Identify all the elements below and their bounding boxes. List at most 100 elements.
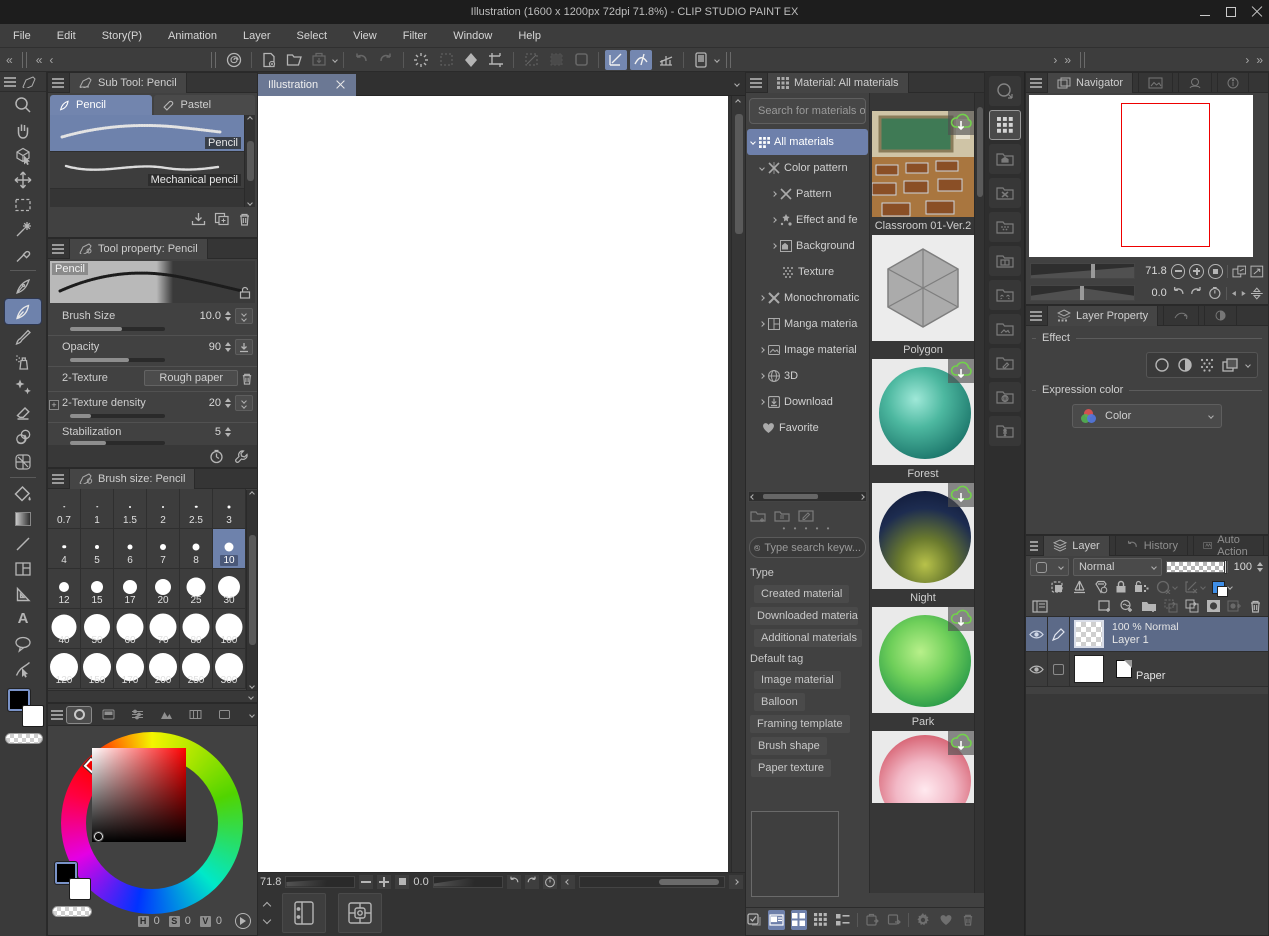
selection-tool-1[interactable]: [520, 50, 542, 70]
texture-density-slider[interactable]: [70, 414, 165, 418]
tool-decoration[interactable]: [5, 374, 41, 399]
layer-opacity-slider[interactable]: [1166, 561, 1228, 573]
edit-folder-icon[interactable]: [798, 509, 814, 523]
subtool-scrollbar[interactable]: [244, 115, 255, 207]
brush-size-option[interactable]: 30: [213, 569, 246, 609]
brush-size-option[interactable]: 25: [180, 569, 213, 609]
nav-flip-horizontal-icon[interactable]: [1231, 287, 1247, 300]
material-nav-edit[interactable]: [989, 348, 1021, 378]
reset-view-button[interactable]: [543, 875, 557, 889]
brush-size-dynamics-button[interactable]: [235, 308, 253, 324]
tree-item-image-material[interactable]: Image material: [746, 337, 869, 363]
tone-tab[interactable]: [1204, 306, 1237, 326]
collapse-left-icon[interactable]: «: [4, 53, 15, 67]
brush-size-option[interactable]: 7: [147, 529, 180, 569]
material-nav-effect[interactable]: [989, 280, 1021, 310]
tool-airbrush[interactable]: [5, 349, 41, 374]
enable-mask-icon[interactable]: [1156, 580, 1177, 594]
snap-to-grid-button[interactable]: [655, 50, 677, 70]
tool-eraser[interactable]: [5, 399, 41, 424]
transparent-color-chip[interactable]: [5, 733, 43, 744]
brush-size-option[interactable]: 6: [114, 529, 147, 569]
brush-size-spinner[interactable]: [224, 310, 232, 322]
canvas-vertical-scrollbar[interactable]: [731, 96, 745, 872]
brush-size-option[interactable]: 2: [147, 489, 180, 529]
divider-handle[interactable]: • • • • •: [746, 526, 869, 534]
menu-view[interactable]: View: [340, 24, 390, 48]
open-clip-studio-icon[interactable]: [410, 50, 432, 70]
layer-opacity-spinner[interactable]: [1256, 561, 1264, 573]
delete-folder-icon[interactable]: [774, 509, 790, 523]
view-grid-large-button[interactable]: [791, 910, 807, 930]
tab-color-slider[interactable]: [124, 706, 150, 724]
subtool-tab[interactable]: Sub Tool: Pencil: [69, 73, 187, 93]
stabilization-spinner[interactable]: [224, 426, 232, 438]
tag-created-material[interactable]: Created material: [754, 585, 849, 603]
material-nav-background[interactable]: [989, 144, 1021, 174]
duplicate-subtool-icon[interactable]: [214, 212, 230, 226]
view-list-button[interactable]: [768, 910, 784, 930]
layer-opacity-value[interactable]: 100: [1234, 561, 1252, 573]
brush-size-option[interactable]: 120: [48, 649, 81, 689]
minimize-button[interactable]: [1199, 6, 1211, 18]
nav-rotate-cw-icon[interactable]: [1189, 286, 1204, 300]
canvas-zoom-slider[interactable]: [285, 876, 355, 888]
selection-tool-3[interactable]: [570, 50, 592, 70]
color-menu-icon[interactable]: [51, 710, 63, 720]
clip-studio-logo-icon[interactable]: [223, 50, 245, 70]
close-button[interactable]: [1251, 6, 1263, 18]
expand-property-icon[interactable]: +: [49, 400, 59, 410]
nav-reset-rotation-icon[interactable]: [1208, 286, 1222, 300]
palette-color-dropdown[interactable]: [1030, 558, 1069, 576]
tool-correct-line[interactable]: [5, 656, 41, 681]
tool-pencil[interactable]: [5, 299, 41, 324]
rotate-cw-button[interactable]: [525, 875, 539, 889]
nav-fit-to-navigator-icon[interactable]: [1232, 265, 1247, 278]
layer-name[interactable]: Layer 1: [1112, 634, 1179, 647]
overflow-far-right2-icon[interactable]: »: [1254, 53, 1265, 67]
cloud-download-icon[interactable]: [948, 359, 974, 383]
layer-menu-icon[interactable]: [1030, 541, 1038, 551]
layer-thumbnail[interactable]: [1074, 655, 1104, 683]
tool-gradient[interactable]: [5, 506, 41, 531]
menu-select[interactable]: Select: [284, 24, 341, 48]
menu-animation[interactable]: Animation: [155, 24, 230, 48]
palette-bar-button[interactable]: [282, 893, 326, 933]
nav-zoom-out-button[interactable]: [1171, 264, 1186, 279]
nav-expand-icon[interactable]: [1250, 265, 1264, 278]
transfer-to-lower-layer-icon[interactable]: [1164, 599, 1179, 613]
opacity-value[interactable]: 90: [195, 341, 221, 353]
toolprop-tab[interactable]: Tool property: Pencil: [69, 239, 208, 259]
view-grid-small-button[interactable]: [813, 910, 829, 930]
canvas-horizontal-scrollbar[interactable]: [579, 876, 725, 888]
nav-rotate-ccw-icon[interactable]: [1171, 286, 1186, 300]
tree-item-favorite[interactable]: Favorite: [746, 415, 869, 441]
zoom-out-button[interactable]: [359, 875, 373, 889]
subtool-group-pastel[interactable]: Pastel: [154, 95, 256, 115]
onion-skin-button[interactable]: [690, 50, 712, 70]
subtool-item-pencil[interactable]: Pencil: [50, 115, 255, 152]
toolbar-handle-4[interactable]: [1080, 52, 1085, 68]
tree-item-pattern[interactable]: Pattern: [746, 181, 869, 207]
cloud-download-icon[interactable]: [948, 111, 974, 135]
tool-pen[interactable]: [5, 274, 41, 299]
overflow-right2-icon[interactable]: »: [1062, 53, 1073, 67]
brush-size-option[interactable]: 50: [81, 609, 114, 649]
layer-visibility-toggle[interactable]: [1026, 652, 1048, 687]
texture-density-dynamics-button[interactable]: [235, 395, 253, 411]
material-tree-hscrollbar[interactable]: [748, 491, 867, 502]
select-materials-button[interactable]: [746, 910, 762, 930]
menu-story[interactable]: Story(P): [89, 24, 155, 48]
layerprop-menu-icon[interactable]: [1030, 311, 1042, 321]
maximize-button[interactable]: [1225, 6, 1237, 18]
brush-size-option[interactable]: 60: [114, 609, 147, 649]
import-subtool-icon[interactable]: [191, 212, 206, 226]
information-tab[interactable]: [1217, 73, 1249, 93]
nav-flip-vertical-icon[interactable]: [1250, 287, 1264, 300]
tree-item-3d[interactable]: 3D: [746, 363, 869, 389]
canvas-settings-button[interactable]: [338, 893, 382, 933]
lock-transparent-pixels-icon[interactable]: [1134, 580, 1149, 594]
reset-settings-icon[interactable]: [209, 449, 224, 464]
snap-to-ruler-button[interactable]: [605, 50, 627, 70]
layer-color-icon[interactable]: [1222, 358, 1239, 373]
